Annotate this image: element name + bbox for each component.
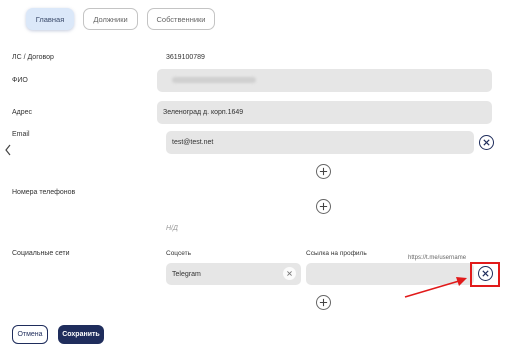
save-button[interactable]: Сохранить	[58, 325, 104, 344]
cancel-button[interactable]: Отмена	[12, 325, 48, 344]
annotation-arrow	[404, 277, 467, 298]
